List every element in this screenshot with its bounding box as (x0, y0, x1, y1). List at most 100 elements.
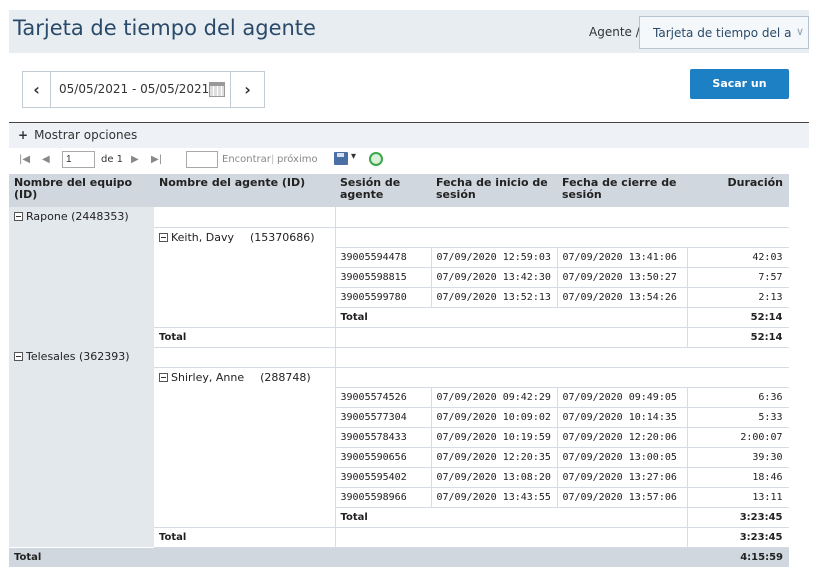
session-id: 39005598815 (335, 267, 432, 288)
duration: 39:30 (687, 447, 789, 468)
agent-total-duration: 3:23:45 (687, 507, 789, 528)
agent-id: (288748) (260, 370, 311, 384)
page-number-input[interactable] (62, 151, 95, 168)
duration: 6:36 (687, 387, 789, 408)
logout-time: 07/09/2020 12:20:06 (557, 427, 688, 448)
login-time: 07/09/2020 13:42:30 (431, 267, 558, 288)
refresh-icon[interactable] (369, 152, 383, 166)
find-input[interactable] (186, 151, 218, 168)
session-id: 39005599780 (335, 287, 432, 308)
session-id: 39005578433 (335, 427, 432, 448)
toolbar-separator: | (271, 154, 275, 165)
logout-time: 07/09/2020 13:57:06 (557, 487, 688, 508)
table-row: Rapone (2448353) (9, 207, 789, 347)
date-range-text[interactable]: 05/05/2021 - 05/05/2021 (59, 82, 209, 96)
previous-date-button[interactable]: ‹ (23, 72, 51, 107)
empty-cell (335, 347, 789, 368)
chevron-right-icon: › (244, 80, 251, 99)
empty-cell (154, 207, 336, 228)
empty-cell (154, 347, 336, 368)
agent-total-duration: 52:14 (687, 307, 789, 328)
logout-time: 07/09/2020 13:50:27 (557, 267, 688, 288)
duration: 18:46 (687, 467, 789, 488)
empty-cell (335, 367, 789, 388)
team-cell: Rapone (2448353) (9, 207, 154, 347)
column-header-duration[interactable]: Duración (687, 174, 789, 207)
session-id: 39005595402 (335, 467, 432, 488)
chevron-down-icon: ∨ (795, 25, 804, 38)
login-time: 07/09/2020 12:20:35 (431, 447, 558, 468)
export-dropdown-arrow[interactable]: ▾ (351, 151, 356, 162)
next-date-button[interactable]: › (230, 72, 264, 107)
team-cell: Telesales (362393) (9, 347, 154, 547)
empty-cell (335, 227, 789, 248)
find-link[interactable]: Encontrar (222, 154, 271, 165)
duration: 2:00:07 (687, 427, 789, 448)
export-save-icon[interactable] (334, 152, 348, 165)
collapse-minus-icon[interactable] (159, 232, 168, 242)
column-header-agent[interactable]: Nombre del agente (ID) (154, 174, 335, 207)
empty-cell (335, 207, 789, 228)
logout-time: 07/09/2020 13:54:26 (557, 287, 688, 308)
page-count: de 1 (101, 154, 124, 165)
logout-time: 07/09/2020 13:00:05 (557, 447, 688, 468)
report-type-select[interactable]: Tarjeta de tiempo del agente ∨ (639, 16, 809, 49)
session-id: 39005577304 (335, 407, 432, 428)
grand-total-duration: 4:15:59 (687, 547, 789, 567)
last-page-icon[interactable]: ▶| (151, 154, 162, 165)
logout-time: 07/09/2020 09:49:05 (557, 387, 688, 408)
duration: 42:03 (687, 247, 789, 268)
empty-cell (335, 327, 688, 348)
team-total-label: Total (154, 327, 336, 348)
duration: 2:13 (687, 287, 789, 308)
date-range-navigator: ‹ 05/05/2021 - 05/05/2021 › (22, 71, 265, 108)
column-header-session[interactable]: Sesión de agente (335, 174, 431, 207)
team-name: Telesales (362393) (26, 350, 130, 363)
table-row: Telesales (362393) (9, 347, 789, 547)
report-table-container[interactable]: Nombre del equipo (ID) Nombre del agente… (9, 174, 789, 571)
report-type-select-value: Tarjeta de tiempo del agente (653, 26, 791, 40)
session-id: 39005590656 (335, 447, 432, 468)
column-header-team[interactable]: Nombre del equipo (ID) (9, 174, 154, 207)
team-total-duration: 52:14 (687, 327, 789, 348)
timecard-table: Nombre del equipo (ID) Nombre del agente… (9, 174, 789, 567)
grand-total-row: Total 4:15:59 (9, 547, 789, 567)
logout-time: 07/09/2020 10:14:35 (557, 407, 688, 428)
collapse-minus-icon[interactable] (14, 212, 23, 221)
chevron-left-icon: ‹ (33, 80, 40, 99)
agent-id: (15370686) (250, 230, 315, 244)
previous-page-icon[interactable]: ◀ (42, 154, 50, 165)
login-time: 07/09/2020 13:52:13 (431, 287, 558, 308)
page-header: Tarjeta de tiempo del agente Agente / Ta… (9, 10, 809, 53)
agent-total-label: Total (335, 307, 688, 328)
login-time: 07/09/2020 10:09:02 (431, 407, 558, 428)
report-toolbar: |◀ ◀ de 1 ▶ ▶| Encontrar | próximo ▾ (9, 148, 809, 173)
login-time: 07/09/2020 09:42:29 (431, 387, 558, 408)
session-id: 39005598966 (335, 487, 432, 508)
find-next-link[interactable]: próximo (277, 154, 318, 165)
table-header-row: Nombre del equipo (ID) Nombre del agente… (9, 174, 789, 207)
breadcrumb: Agente / (589, 25, 640, 39)
login-time: 07/09/2020 12:59:03 (431, 247, 558, 268)
run-report-button[interactable]: Sacar un reporte (690, 69, 789, 120)
agent-cell: Shirley, Anne (288748) (154, 367, 336, 528)
duration: 13:11 (687, 487, 789, 508)
next-page-icon[interactable]: ▶ (131, 154, 139, 165)
show-options-toggle[interactable]: + Mostrar opciones (9, 123, 809, 148)
page-title: Tarjeta de tiempo del agente (13, 16, 316, 40)
agent-cell: Keith, Davy (15370686) (154, 227, 336, 328)
first-page-icon[interactable]: |◀ (19, 154, 30, 165)
calendar-icon[interactable] (209, 82, 225, 97)
logout-time: 07/09/2020 13:27:06 (557, 467, 688, 488)
session-id: 39005594478 (335, 247, 432, 268)
collapse-minus-icon[interactable] (159, 372, 168, 382)
agent-total-label: Total (335, 507, 688, 528)
collapse-minus-icon[interactable] (14, 352, 23, 361)
column-header-login[interactable]: Fecha de inicio de sesión (431, 174, 557, 207)
duration: 7:57 (687, 267, 789, 288)
login-time: 07/09/2020 13:08:20 (431, 467, 558, 488)
login-time: 07/09/2020 13:43:55 (431, 487, 558, 508)
column-header-logout[interactable]: Fecha de cierre de sesión (557, 174, 687, 207)
login-time: 07/09/2020 10:19:59 (431, 427, 558, 448)
empty-cell (335, 527, 688, 548)
